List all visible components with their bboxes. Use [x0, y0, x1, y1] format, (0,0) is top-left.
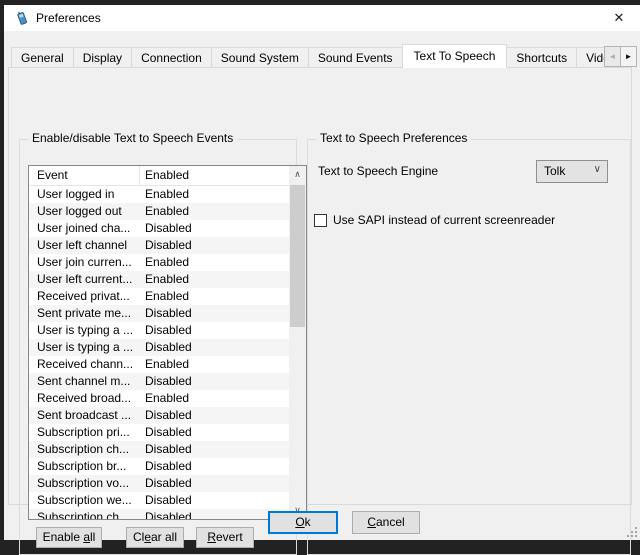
enabled-cell: Enabled [145, 390, 189, 407]
tab-display[interactable]: Display [73, 47, 132, 68]
enabled-cell: Disabled [145, 322, 192, 339]
enabled-cell: Disabled [145, 339, 192, 356]
app-icon [14, 10, 30, 26]
table-row[interactable]: User left current... Enabled [29, 271, 289, 288]
listview-rows: User logged in Enabled User logged out Enab… [29, 186, 289, 520]
table-row[interactable]: Received chann... Enabled [29, 356, 289, 373]
group-tts-preferences: Text to Speech Preferences Text to Speec… [307, 139, 631, 555]
chevron-down-icon: ∨ [594, 164, 601, 175]
event-cell: Subscription pri... [37, 424, 130, 441]
titlebar: Preferences ✕ [4, 5, 640, 31]
ok-button[interactable]: Ok [268, 511, 338, 534]
enabled-cell: Disabled [145, 407, 192, 424]
tab-scroll-left-icon[interactable]: ◄ [604, 46, 621, 67]
event-cell: User is typing a ... [37, 339, 133, 356]
event-cell: Subscription br... [37, 458, 126, 475]
cancel-button[interactable]: Cancel [352, 511, 420, 534]
window-title: Preferences [36, 11, 101, 25]
table-row[interactable]: Subscription ch... Disabled [29, 441, 289, 458]
enabled-cell: Disabled [145, 373, 192, 390]
group-tts-events-title: Enable/disable Text to Speech Events [28, 131, 237, 145]
enabled-cell: Enabled [145, 356, 189, 373]
table-row[interactable]: Sent private me... Disabled [29, 305, 289, 322]
group-tts-events: Enable/disable Text to Speech Events Eve… [19, 139, 297, 555]
event-cell: Sent private me... [37, 305, 131, 322]
event-cell: User join curren... [37, 254, 132, 271]
event-cell: Sent broadcast ... [37, 407, 131, 424]
enabled-cell: Enabled [145, 186, 189, 203]
tab-video[interactable]: Video [576, 47, 604, 68]
event-cell: User left channel [37, 237, 127, 254]
tab-scroll-right-icon[interactable]: ► [620, 46, 637, 67]
event-cell: Received privat... [37, 288, 130, 305]
close-icon[interactable]: ✕ [604, 6, 634, 30]
tab-shortcuts[interactable]: Shortcuts [506, 47, 577, 68]
enabled-cell: Enabled [145, 203, 189, 220]
event-cell: Subscription vo... [37, 475, 129, 492]
table-row[interactable]: User logged out Enabled [29, 203, 289, 220]
event-cell: User is typing a ... [37, 322, 133, 339]
preferences-dialog: Preferences ✕ GeneralDisplayConnectionSo… [4, 5, 640, 540]
combobox-value: Tolk [544, 164, 565, 178]
sapi-checkbox[interactable] [314, 214, 327, 227]
table-row[interactable]: Subscription pri... Disabled [29, 424, 289, 441]
column-header-enabled[interactable]: Enabled [145, 168, 189, 182]
enabled-cell: Enabled [145, 271, 189, 288]
event-cell: User logged out [37, 203, 122, 220]
enabled-cell: Disabled [145, 475, 192, 492]
sapi-checkbox-label: Use SAPI instead of current screenreader [333, 213, 555, 227]
scroll-up-icon[interactable]: ∧ [289, 166, 306, 183]
listview-scrollbar[interactable]: ∧ ∨ [289, 166, 306, 519]
event-cell: User logged in [37, 186, 114, 203]
column-header-event[interactable]: Event [37, 168, 68, 182]
scrollbar-thumb[interactable] [290, 185, 305, 327]
enabled-cell: Disabled [145, 237, 192, 254]
column-separator [139, 166, 140, 186]
tab-bar: GeneralDisplayConnectionSound SystemSoun… [11, 44, 604, 68]
resize-grip[interactable] [625, 525, 638, 538]
event-cell: Subscription we... [37, 492, 132, 509]
table-row[interactable]: User joined cha... Disabled [29, 220, 289, 237]
table-row[interactable]: Subscription vo... Disabled [29, 475, 289, 492]
tab-connection[interactable]: Connection [131, 47, 212, 68]
table-row[interactable]: Sent channel m... Disabled [29, 373, 289, 390]
engine-label: Text to Speech Engine [318, 164, 438, 178]
enabled-cell: Disabled [145, 458, 192, 475]
table-row[interactable]: User join curren... Enabled [29, 254, 289, 271]
event-cell: Subscription ch... [37, 509, 129, 520]
table-row[interactable]: Subscription ch... Disabled [29, 509, 289, 520]
table-row[interactable]: Sent broadcast ... Disabled [29, 407, 289, 424]
enabled-cell: Disabled [145, 220, 192, 237]
tab-page: Enable/disable Text to Speech Events Eve… [8, 67, 632, 505]
event-cell: Received broad... [37, 390, 131, 407]
group-tts-preferences-title: Text to Speech Preferences [316, 131, 471, 145]
tab-general[interactable]: General [11, 47, 74, 68]
enabled-cell: Enabled [145, 288, 189, 305]
table-row[interactable]: User is typing a ... Disabled [29, 322, 289, 339]
tts-engine-combobox[interactable]: Tolk ∨ [536, 160, 608, 183]
tab-text-to-speech[interactable]: Text To Speech [402, 44, 508, 68]
enabled-cell: Disabled [145, 509, 192, 520]
enabled-cell: Enabled [145, 254, 189, 271]
tab-sound-system[interactable]: Sound System [211, 47, 309, 68]
table-row[interactable]: Received privat... Enabled [29, 288, 289, 305]
events-listview[interactable]: Event Enabled User logged inEnabledUser … [28, 165, 307, 520]
event-cell: Sent channel m... [37, 373, 130, 390]
table-row[interactable]: Subscription br... Disabled [29, 458, 289, 475]
event-cell: User left current... [37, 271, 132, 288]
enabled-cell: Disabled [145, 441, 192, 458]
enabled-cell: Disabled [145, 492, 192, 509]
enabled-cell: Disabled [145, 424, 192, 441]
table-row[interactable]: User logged in Enabled [29, 186, 289, 203]
event-cell: Subscription ch... [37, 441, 129, 458]
table-row[interactable]: User left channel Disabled [29, 237, 289, 254]
table-row[interactable]: Subscription we... Disabled [29, 492, 289, 509]
listview-header[interactable]: Event Enabled [29, 166, 306, 186]
table-row[interactable]: User is typing a ... Disabled [29, 339, 289, 356]
tab-sound-events[interactable]: Sound Events [308, 47, 403, 68]
event-cell: Received chann... [37, 356, 133, 373]
table-row[interactable]: Received broad... Enabled [29, 390, 289, 407]
event-cell: User joined cha... [37, 220, 130, 237]
enabled-cell: Disabled [145, 305, 192, 322]
